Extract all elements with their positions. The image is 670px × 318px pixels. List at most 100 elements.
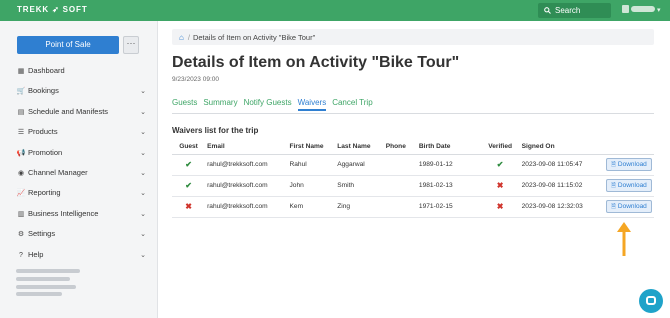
tab-notify-guests[interactable]: Notify Guests xyxy=(244,98,292,109)
chevron-down-icon: ⌄ xyxy=(140,88,146,96)
chevron-down-icon: ⌄ xyxy=(140,129,146,137)
globe-icon: ◉ xyxy=(17,169,25,177)
table-row: ✖ rahul@trekksoft.com Kem Zing 1971-02-15 ✖ 20… xyxy=(172,196,654,218)
sidebar-item-label: Settings xyxy=(28,229,56,239)
column-header: First Name xyxy=(287,140,336,155)
column-header: Phone xyxy=(383,140,417,155)
chevron-down-icon: ⌄ xyxy=(140,149,146,157)
gear-icon: ⚙ xyxy=(17,231,25,239)
user-menu[interactable]: ▾ xyxy=(622,5,660,14)
point-of-sale-button[interactable]: Point of Sale xyxy=(17,36,119,54)
sidebar-item-label: Promotion xyxy=(28,147,63,157)
breadcrumb-current: Details of Item on Activity "Bike Tour" xyxy=(192,33,316,42)
document-icon: 🗎 xyxy=(611,204,616,210)
rocket-icon: ➶ xyxy=(52,5,60,14)
chevron-down-icon: ⌄ xyxy=(140,190,146,198)
calendar-icon: ▤ xyxy=(17,108,25,116)
sidebar-item-bookings[interactable]: 🛒 Bookings ⌄ xyxy=(16,85,148,105)
signed-on-cell: 2023-09-08 11:15:02 xyxy=(519,175,604,197)
dashboard-icon: ▦ xyxy=(17,68,25,75)
guest-status-cell: ✔ xyxy=(172,154,206,176)
sidebar-item-promotion[interactable]: 📢 Promotion ⌄ xyxy=(16,147,148,167)
logo[interactable]: TREKK ➶ SOFT xyxy=(17,5,88,14)
check-icon: ✔ xyxy=(185,181,192,190)
sidebar-item-schedule-and-manifests[interactable]: ▤ Schedule and Manifests ⌄ xyxy=(16,106,148,126)
document-icon: 🗎 xyxy=(611,183,616,189)
first-name-cell: Rahul xyxy=(287,154,336,176)
verified-cell: ✖ xyxy=(480,175,520,197)
chat-icon xyxy=(646,296,656,305)
search-label: Search xyxy=(555,6,581,15)
sidebar-item-dashboard[interactable]: ▦ Dashboard xyxy=(16,65,148,85)
page-title: Details of Item on Activity "Bike Tour" xyxy=(172,54,460,71)
megaphone-icon: 📢 xyxy=(16,149,26,157)
chevron-down-icon: ⌄ xyxy=(140,169,146,177)
phone-cell xyxy=(383,154,417,176)
table-row: ✔ rahul@trekksoft.com John Smith 1981-02-13 ✖… xyxy=(172,175,654,197)
search-icon xyxy=(544,7,551,14)
sidebar-item-products[interactable]: ☰ Products ⌄ xyxy=(16,126,148,146)
table-body: ✔ rahul@trekksoft.com Rahul Aggarwal 1989-01… xyxy=(172,154,654,218)
user-name-blurred xyxy=(631,6,655,12)
chevron-down-icon: ⌄ xyxy=(140,251,146,259)
sidebar-nav: ▦ Dashboard 🛒 Bookings ⌄ ▤ Schedule and Manife… xyxy=(16,65,148,269)
download-cell: 🗎 Download xyxy=(603,196,654,218)
tab-divider xyxy=(172,113,654,114)
last-name-cell: Smith xyxy=(335,175,384,197)
check-icon: ✔ xyxy=(185,160,192,169)
download-cell: 🗎 Download xyxy=(603,175,654,197)
column-header: Email xyxy=(205,140,288,155)
sidebar-item-business-intelligence[interactable]: ▥ Business Intelligence ⌄ xyxy=(16,208,148,228)
section-title: Waivers list for the trip xyxy=(172,126,259,135)
logo-text-left: TREKK xyxy=(17,5,50,14)
email-cell: rahul@trekksoft.com xyxy=(205,196,288,218)
cross-icon: ✖ xyxy=(496,181,504,190)
blurred-info-line xyxy=(16,269,80,273)
download-button[interactable]: 🗎 Download xyxy=(605,158,652,171)
verified-cell: ✖ xyxy=(480,196,520,218)
blurred-info-line xyxy=(16,277,70,281)
table-row: ✔ rahul@trekksoft.com Rahul Aggarwal 1989-01… xyxy=(172,154,654,176)
chart-icon: 📈 xyxy=(16,190,26,198)
column-header: Birth Date xyxy=(416,140,481,155)
email-cell: rahul@trekksoft.com xyxy=(205,175,288,197)
waivers-table: Guest Email First Name Last Name Phone Birth … xyxy=(172,140,654,218)
check-icon: ✔ xyxy=(496,160,504,169)
cross-icon: ✖ xyxy=(185,202,192,211)
guest-status-cell: ✔ xyxy=(172,175,206,197)
birth-date-cell: 1989-01-12 xyxy=(416,154,481,176)
sidebar-item-label: Bookings xyxy=(28,86,59,96)
first-name-cell: John xyxy=(287,175,336,197)
page-subtitle: 9/23/2023 09:00 xyxy=(172,76,219,83)
logo-text-right: SOFT xyxy=(62,5,88,14)
sidebar-item-channel-manager[interactable]: ◉ Channel Manager ⌄ xyxy=(16,167,148,187)
chevron-down-icon: ⌄ xyxy=(140,231,146,239)
tab-cancel-trip[interactable]: Cancel Trip xyxy=(332,98,372,109)
help-icon: ? xyxy=(19,251,23,259)
first-name-cell: Kem xyxy=(287,196,336,218)
more-options-button[interactable]: ··· xyxy=(123,36,139,54)
bar-chart-icon: ▥ xyxy=(17,210,25,218)
tab-waivers[interactable]: Waivers xyxy=(297,98,327,111)
download-label: Download xyxy=(617,182,647,189)
search-button[interactable]: Search xyxy=(538,3,611,18)
chat-widget-button[interactable] xyxy=(639,289,663,313)
home-icon[interactable]: ⌂ xyxy=(179,33,184,42)
breadcrumb-separator: / xyxy=(187,33,190,42)
phone-cell xyxy=(383,196,417,218)
download-button[interactable]: 🗎 Download xyxy=(605,179,652,192)
cart-icon: 🛒 xyxy=(16,88,26,96)
sidebar-item-reporting[interactable]: 📈 Reporting ⌄ xyxy=(16,187,148,207)
download-button[interactable]: 🗎 Download xyxy=(605,200,652,213)
sidebar-item-help[interactable]: ? Help ⌄ xyxy=(16,249,148,269)
tab-summary[interactable]: Summary xyxy=(203,98,237,109)
signed-on-cell: 2023-09-08 12:32:03 xyxy=(519,196,604,218)
blurred-info-line xyxy=(16,285,76,289)
verified-cell: ✔ xyxy=(480,154,520,176)
sidebar-item-label: Channel Manager xyxy=(28,167,88,177)
sidebar-item-label: Products xyxy=(28,127,58,137)
birth-date-cell: 1981-02-13 xyxy=(416,175,481,197)
sidebar-item-settings[interactable]: ⚙ Settings ⌄ xyxy=(16,228,148,248)
document-icon: 🗎 xyxy=(611,162,616,168)
tab-guests[interactable]: Guests xyxy=(172,98,197,109)
